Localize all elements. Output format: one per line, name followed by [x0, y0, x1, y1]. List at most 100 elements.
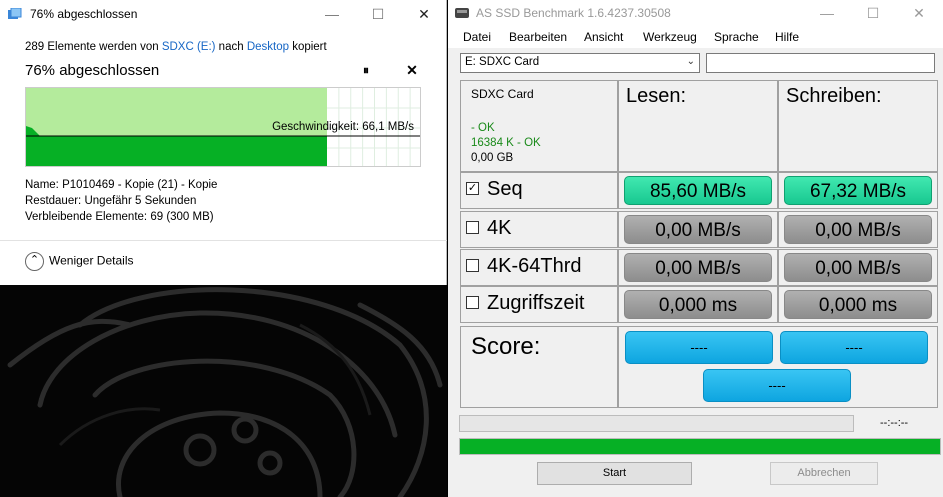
4k-write-cell: 0,00 MB/s: [778, 211, 938, 248]
drive-select-value: E: SDXC Card: [465, 56, 540, 68]
asssd-minimize-button[interactable]: —: [804, 0, 850, 26]
close-icon: ✕: [406, 62, 418, 78]
status-text-field[interactable]: [706, 53, 935, 73]
menu-sprache[interactable]: Sprache: [714, 30, 759, 44]
row-seq[interactable]: ✓ Seq: [460, 172, 618, 209]
4k64-read-value: 0,00 MB/s: [624, 253, 772, 282]
less-details-label: Weniger Details: [49, 253, 134, 268]
seq-read-value: 85,60 MB/s: [624, 176, 772, 205]
score-panel: ---- ---- ----: [618, 326, 938, 408]
pause-button[interactable]: ⏸: [358, 63, 374, 79]
elapsed-time: --:--:--: [880, 417, 909, 429]
remaining-label: Restdauer:: [25, 195, 82, 207]
4k-label: 4K: [487, 217, 512, 239]
minimize-button[interactable]: —: [309, 0, 355, 28]
4k-checkbox[interactable]: [466, 221, 479, 234]
4k-read-value: 0,00 MB/s: [624, 215, 772, 244]
pause-icon: ⏸: [362, 63, 369, 77]
score-write: ----: [780, 331, 928, 364]
copy-summary: 289 Elemente werden von SDXC (E:) nach D…: [25, 41, 327, 53]
copy-window-title: 76% abgeschlossen: [30, 7, 138, 21]
detail-items: Verbleibende Elemente: 69 (300 MB): [25, 211, 214, 223]
seq-label: Seq: [487, 178, 523, 200]
drive-info-panel: SDXC Card - OK 16384 K - OK 0,00 GB: [460, 80, 618, 172]
divider: [0, 240, 447, 241]
asssd-title: AS SSD Benchmark 1.6.4237.30508: [476, 6, 671, 20]
start-button[interactable]: Start: [537, 462, 692, 485]
drive-select[interactable]: E: SDXC Card ⌄: [460, 53, 700, 73]
access-label: Zugriffszeit: [487, 292, 585, 314]
asssd-titlebar: AS SSD Benchmark 1.6.4237.30508 — ☐ ✕: [448, 0, 943, 26]
write-header: Schreiben:: [786, 85, 882, 107]
drive-status-1: - OK: [471, 122, 495, 134]
menu-hilfe[interactable]: Hilfe: [775, 30, 799, 44]
drive-status-2: 16384 K - OK: [471, 137, 541, 149]
access-write-cell: 0,000 ms: [778, 286, 938, 323]
close-window-button[interactable]: ✕: [401, 0, 447, 28]
chevron-up-icon: ⌃: [25, 252, 44, 271]
row-access-time[interactable]: Zugriffszeit: [460, 286, 618, 323]
copy-dialog: 76% abgeschlossen — ☐ ✕ 289 Elemente wer…: [0, 0, 447, 285]
menu-bar: Datei Bearbeiten Ansicht Werkzeug Sprach…: [448, 26, 943, 48]
asssd-maximize-button[interactable]: ☐: [850, 0, 896, 26]
score-read: ----: [625, 331, 773, 364]
maximize-button[interactable]: ☐: [355, 0, 401, 28]
menu-werkzeug[interactable]: Werkzeug: [643, 30, 697, 44]
chevron-down-icon: ⌄: [686, 56, 695, 67]
4k64-write-cell: 0,00 MB/s: [778, 249, 938, 286]
4k64-checkbox[interactable]: [466, 259, 479, 272]
test-progress-bar: [459, 415, 854, 432]
cancel-copy-button[interactable]: ✕: [404, 62, 420, 78]
screen: 76% abgeschlossen — ☐ ✕ 289 Elemente wer…: [0, 0, 943, 497]
abort-button[interactable]: Abbrechen: [770, 462, 878, 485]
disk-icon: [455, 8, 469, 18]
percent-complete: 76% abgeschlossen: [25, 62, 160, 79]
4k64-write-value: 0,00 MB/s: [784, 253, 932, 282]
seq-read-cell: 85,60 MB/s: [618, 172, 778, 209]
drive-size: 0,00 GB: [471, 152, 514, 164]
detail-name: Name: P1010469 - Kopie (21) - Kopie: [25, 179, 217, 191]
copy-icon: [8, 8, 22, 19]
seq-write-cell: 67,32 MB/s: [778, 172, 938, 209]
overall-progress-bar: [459, 438, 941, 455]
asssd-close-button[interactable]: ✕: [896, 0, 942, 26]
items-label: Verbleibende Elemente:: [25, 211, 148, 223]
seq-checkbox[interactable]: ✓: [466, 182, 479, 195]
menu-bearbeiten[interactable]: Bearbeiten: [509, 30, 567, 44]
speed-label: Geschwindigkeit: 66,1 MB/s: [272, 121, 414, 133]
access-write-value: 0,000 ms: [784, 290, 932, 319]
copy-prefix: 289 Elemente werden von: [25, 41, 162, 53]
score-label-panel: Score:: [460, 326, 618, 408]
name-value: P1010469 - Kopie (21) - Kopie: [62, 179, 218, 191]
read-column-header: Lesen:: [618, 80, 778, 172]
copy-suffix: kopiert: [289, 41, 327, 53]
score-total: ----: [703, 369, 851, 402]
menu-datei[interactable]: Datei: [463, 30, 491, 44]
name-label: Name:: [25, 179, 59, 191]
score-label: Score:: [471, 333, 541, 360]
menu-ansicht[interactable]: Ansicht: [584, 30, 623, 44]
wallpaper-sketch: [7, 287, 443, 497]
4k-read-cell: 0,00 MB/s: [618, 211, 778, 248]
speed-graph: Geschwindigkeit: 66,1 MB/s: [25, 87, 421, 167]
access-read-value: 0,000 ms: [624, 290, 772, 319]
items-value: 69 (300 MB): [150, 211, 214, 223]
destination-link[interactable]: Desktop: [247, 41, 289, 53]
asssd-window: AS SSD Benchmark 1.6.4237.30508 — ☐ ✕ Da…: [448, 0, 943, 497]
less-details-button[interactable]: ⌃ Weniger Details: [25, 252, 133, 274]
row-4k[interactable]: 4K: [460, 211, 618, 248]
4k-write-value: 0,00 MB/s: [784, 215, 932, 244]
read-header: Lesen:: [626, 85, 687, 107]
seq-write-value: 67,32 MB/s: [784, 176, 932, 205]
source-link[interactable]: SDXC (E:): [162, 41, 216, 53]
copy-titlebar: 76% abgeschlossen — ☐ ✕: [0, 0, 447, 28]
access-read-cell: 0,000 ms: [618, 286, 778, 323]
copy-middle: nach: [215, 41, 247, 53]
4k64-read-cell: 0,00 MB/s: [618, 249, 778, 286]
drive-name: SDXC Card: [471, 87, 534, 101]
detail-remaining: Restdauer: Ungefähr 5 Sekunden: [25, 195, 196, 207]
4k64-label: 4K-64Thrd: [487, 255, 582, 277]
desktop-wallpaper: [0, 285, 447, 497]
access-checkbox[interactable]: [466, 296, 479, 309]
row-4k-64thrd[interactable]: 4K-64Thrd: [460, 249, 618, 286]
